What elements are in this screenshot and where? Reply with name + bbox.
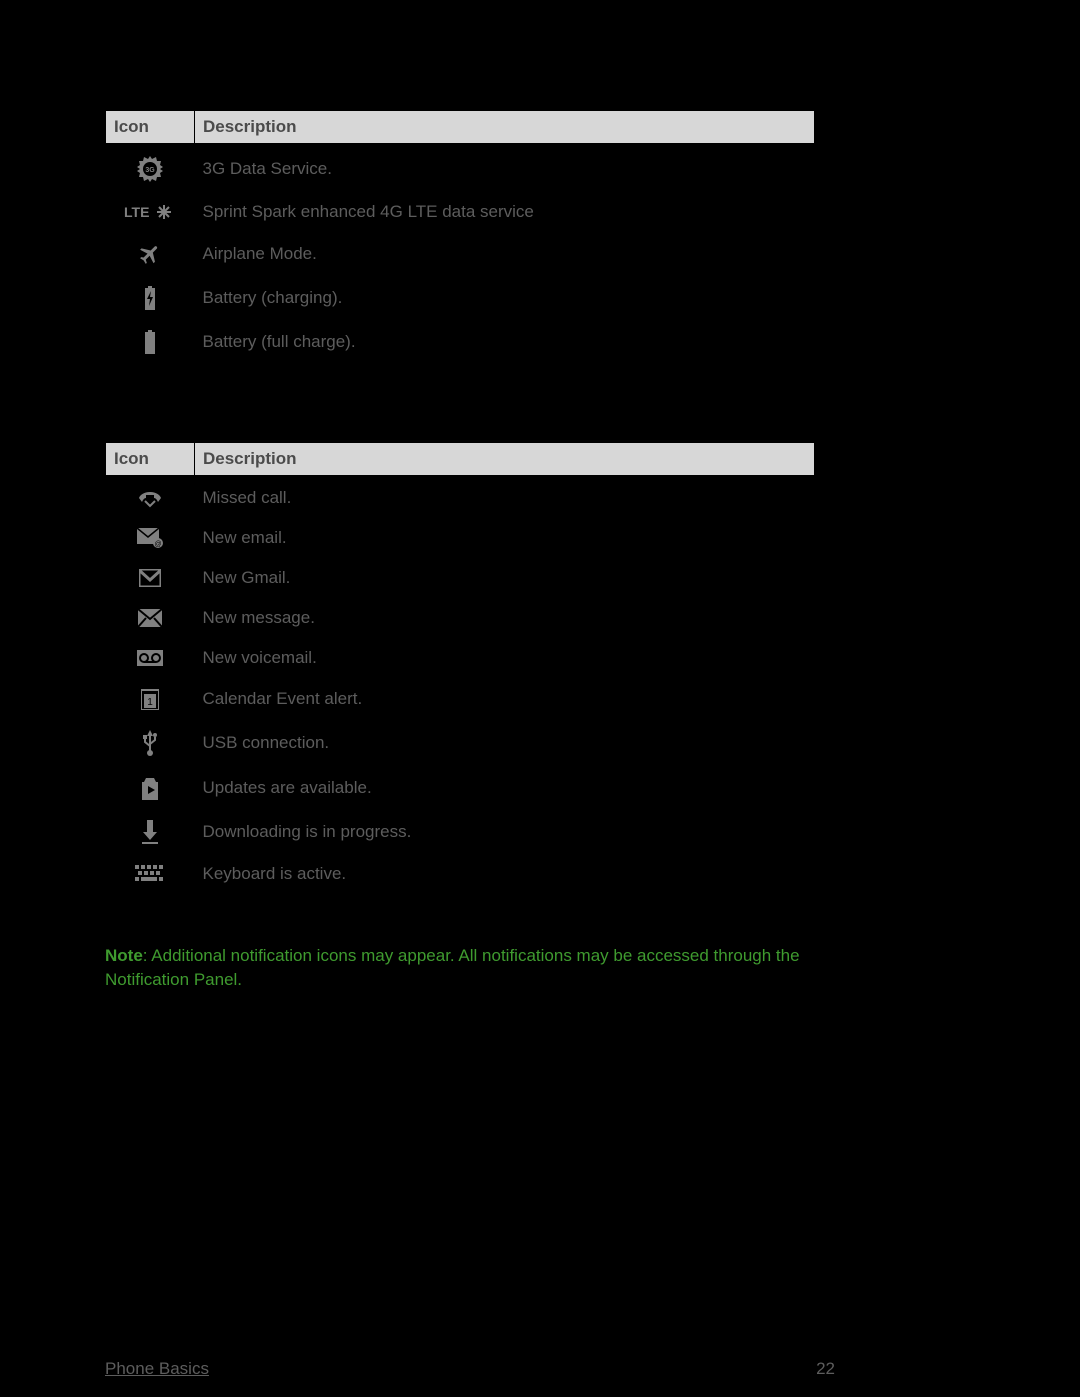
cell-desc: 3G Data Service. <box>195 145 815 193</box>
cell-desc: Updates are available. <box>195 766 815 810</box>
table-row: Updates are available. <box>106 766 815 810</box>
new-gmail-icon <box>106 558 195 598</box>
cell-desc: Battery (full charge). <box>195 320 815 364</box>
cell-desc: New email. <box>195 518 815 558</box>
battery-charging-icon <box>106 276 195 320</box>
3g-icon: 3G <box>106 145 195 193</box>
header-description: Description <box>195 111 815 145</box>
table-row: New voicemail. <box>106 638 815 678</box>
updates-icon <box>106 766 195 810</box>
note-body: : Additional notification icons may appe… <box>105 946 800 989</box>
airplane-icon <box>106 232 195 276</box>
table-row: USB connection. <box>106 720 815 766</box>
header-icon: Icon <box>106 443 195 477</box>
svg-text:3G: 3G <box>145 167 155 174</box>
footer-page-number: 22 <box>816 1359 835 1379</box>
cell-desc: Sprint Spark enhanced 4G LTE data servic… <box>195 192 815 232</box>
table-row: Keyboard is active. <box>106 854 815 894</box>
table-row: Airplane Mode. <box>106 232 815 276</box>
new-email-icon: @ <box>106 518 195 558</box>
note-text: Note: Additional notification icons may … <box>105 944 805 992</box>
table-row: Downloading is in progress. <box>106 810 815 854</box>
cell-desc: New voicemail. <box>195 638 815 678</box>
document-page: Icon Description 3G 3G Data Service. <box>0 0 1080 1397</box>
table-row: 3G 3G Data Service. <box>106 145 815 193</box>
new-voicemail-icon <box>106 638 195 678</box>
table-row: Battery (charging). <box>106 276 815 320</box>
cell-desc: Missed call. <box>195 477 815 519</box>
table-row: @ New email. <box>106 518 815 558</box>
status-icons-table: Icon Description 3G 3G Data Service. <box>105 110 815 364</box>
table-row: Battery (full charge). <box>106 320 815 364</box>
table-row: New message. <box>106 598 815 638</box>
section-gap <box>105 364 975 442</box>
note-bold: Note <box>105 946 143 965</box>
cell-desc: Downloading is in progress. <box>195 810 815 854</box>
new-message-icon <box>106 598 195 638</box>
table-header-row: Icon Description <box>106 111 815 145</box>
table-row: Missed call. <box>106 477 815 519</box>
download-icon <box>106 810 195 854</box>
svg-text:@: @ <box>154 541 161 548</box>
table-row: 1 Calendar Event alert. <box>106 678 815 720</box>
notification-icons-table: Icon Description Missed call. <box>105 442 815 894</box>
content-area: Icon Description 3G 3G Data Service. <box>105 110 975 992</box>
table-row: LTE Sprint Spark enhanced 4G LTE data se… <box>106 192 815 232</box>
calendar-event-icon: 1 <box>106 678 195 720</box>
cell-desc: Airplane Mode. <box>195 232 815 276</box>
footer-section-title: Phone Basics <box>105 1359 209 1379</box>
battery-full-icon <box>106 320 195 364</box>
keyboard-icon <box>106 854 195 894</box>
header-icon: Icon <box>106 111 195 145</box>
svg-text:LTE: LTE <box>124 204 149 220</box>
lte-spark-icon: LTE <box>106 192 195 232</box>
cell-desc: Keyboard is active. <box>195 854 815 894</box>
usb-icon <box>106 720 195 766</box>
header-description: Description <box>195 443 815 477</box>
svg-text:1: 1 <box>147 697 153 708</box>
missed-call-icon <box>106 477 195 519</box>
cell-desc: Battery (charging). <box>195 276 815 320</box>
cell-desc: USB connection. <box>195 720 815 766</box>
table-header-row: Icon Description <box>106 443 815 477</box>
cell-desc: Calendar Event alert. <box>195 678 815 720</box>
cell-desc: New Gmail. <box>195 558 815 598</box>
cell-desc: New message. <box>195 598 815 638</box>
table-row: New Gmail. <box>106 558 815 598</box>
